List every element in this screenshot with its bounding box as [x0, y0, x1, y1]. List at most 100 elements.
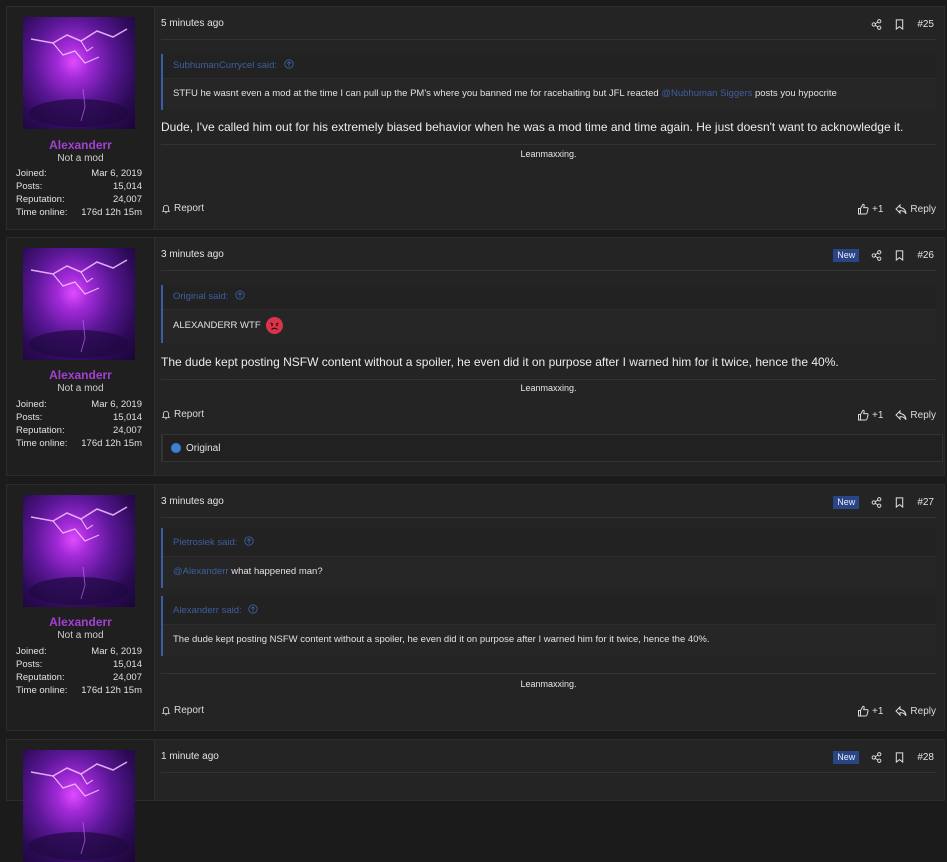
stat-posts: Posts: 15,014 [16, 412, 142, 423]
user-mention-link[interactable]: @Alexanderr [173, 566, 229, 577]
post-number-link[interactable]: #26 [917, 250, 934, 261]
stat-reputation: Reputation: 24,007 [16, 425, 142, 436]
stat-time-online: Time online: 176d 12h 15m [16, 438, 142, 449]
user-title: Not a mod [57, 630, 104, 641]
signature-divider [161, 144, 936, 145]
user-title: Not a mod [57, 383, 104, 394]
share-icon[interactable] [871, 497, 882, 508]
reaction-users[interactable]: Original [186, 443, 220, 454]
stat-joined: Joined: Mar 6, 2019 [16, 168, 142, 179]
like-reaction-icon [171, 443, 181, 453]
new-badge: New [833, 750, 860, 764]
quote-text: @Alexanderr what happened man? [173, 566, 323, 577]
user-stats: Joined: Mar 6, 2019 Posts: 15,014 Reputati… [16, 398, 142, 450]
username-link[interactable]: Alexanderr [7, 368, 154, 382]
reply-button[interactable]: Reply [895, 203, 936, 215]
quote-attribution[interactable]: Alexanderr said: [163, 596, 936, 625]
angry-face-icon [266, 316, 284, 334]
post-27: Alexanderr Not a mod Joined: Mar 6, 2019 … [6, 484, 945, 731]
bell-icon [161, 410, 171, 420]
avatar[interactable] [23, 495, 135, 607]
new-badge: New [833, 248, 860, 262]
share-icon[interactable] [871, 19, 882, 30]
reactions-bar[interactable]: Original [161, 434, 943, 462]
like-count: +1 [872, 203, 884, 215]
stat-joined: Joined: Mar 6, 2019 [16, 399, 142, 410]
like-button[interactable]: +1 [857, 203, 883, 215]
report-button[interactable]: Report [161, 705, 204, 716]
avatar[interactable] [23, 17, 135, 129]
post-28: 1 minute ago New #28 [6, 739, 945, 862]
signature: Leanmaxxing. [520, 149, 577, 159]
signature-divider [161, 673, 936, 674]
user-pane: Alexanderr Not a mod Joined: Mar 6, 2019 … [7, 238, 155, 475]
reply-button[interactable]: Reply [895, 705, 936, 717]
quote-block: Original said: ALEXANDERR WTF [161, 285, 936, 343]
post-25: Alexanderr Not a mod Joined: Mar 6, 2019 … [6, 6, 945, 230]
reply-icon [895, 705, 907, 717]
user-stats: Joined: Mar 6, 2019 Posts: 15,014 Reputati… [16, 167, 142, 219]
user-pane: Alexanderr Not a mod Joined: Mar 6, 2019 … [7, 7, 155, 229]
user-stats: Joined: Mar 6, 2019 Posts: 15,014 Reputati… [16, 645, 142, 697]
post-timestamp[interactable]: 3 minutes ago [161, 496, 224, 507]
stat-time-online: Time online: 176d 12h 15m [16, 207, 142, 218]
post-number-link[interactable]: #27 [917, 497, 934, 508]
signature: Leanmaxxing. [520, 383, 577, 393]
share-icon[interactable] [871, 752, 882, 763]
header-divider [161, 39, 936, 40]
thumbs-up-icon [857, 409, 869, 421]
like-button[interactable]: +1 [857, 705, 883, 717]
like-button[interactable]: +1 [857, 409, 883, 421]
bookmark-icon[interactable] [894, 19, 905, 30]
go-to-quote-icon[interactable] [235, 290, 245, 300]
bell-icon [161, 706, 171, 716]
quote-block: Pietrosiek said: @Alexanderr what happen… [161, 528, 936, 588]
stat-reputation: Reputation: 24,007 [16, 672, 142, 683]
new-badge: New [833, 495, 860, 509]
post-content: Dude, I've called him out for his extrem… [161, 120, 904, 134]
user-mention-link[interactable]: @Nubhuman Siggers [661, 88, 752, 99]
nested-quote-block: Alexanderr said: The dude kept posting N… [161, 596, 936, 656]
stat-reputation: Reputation: 24,007 [16, 194, 142, 205]
stat-joined: Joined: Mar 6, 2019 [16, 646, 142, 657]
bookmark-icon[interactable] [894, 752, 905, 763]
bookmark-icon[interactable] [894, 497, 905, 508]
bookmark-icon[interactable] [894, 250, 905, 261]
header-divider [161, 270, 936, 271]
reply-icon [895, 203, 907, 215]
quote-text: The dude kept posting NSFW content witho… [173, 634, 710, 645]
avatar[interactable] [23, 750, 135, 862]
stat-time-online: Time online: 176d 12h 15m [16, 685, 142, 696]
quote-attribution[interactable]: Pietrosiek said: [163, 528, 936, 557]
quote-attribution[interactable]: Original said: [163, 285, 936, 310]
go-to-quote-icon[interactable] [248, 604, 258, 614]
quote-attribution[interactable]: SubhumanCurrycel said: [163, 54, 936, 79]
username-link[interactable]: Alexanderr [7, 615, 154, 629]
post-timestamp[interactable]: 5 minutes ago [161, 18, 224, 29]
post-timestamp[interactable]: 1 minute ago [161, 751, 219, 762]
post-number-link[interactable]: #28 [917, 752, 934, 763]
report-button[interactable]: Report [161, 409, 204, 420]
username-link[interactable]: Alexanderr [7, 138, 154, 152]
reply-icon [895, 409, 907, 421]
reply-button[interactable]: Reply [895, 409, 936, 421]
header-divider [161, 772, 936, 773]
go-to-quote-icon[interactable] [284, 59, 294, 69]
bell-icon [161, 204, 171, 214]
report-button[interactable]: Report [161, 203, 204, 214]
post-content: The dude kept posting NSFW content witho… [161, 355, 839, 369]
header-divider [161, 517, 936, 518]
post-number-link[interactable]: #25 [917, 19, 934, 30]
avatar[interactable] [23, 248, 135, 360]
quote-text: STFU he wasnt even a mod at the time I c… [173, 88, 837, 99]
user-pane [7, 740, 155, 862]
stat-posts: Posts: 15,014 [16, 659, 142, 670]
user-title: Not a mod [57, 153, 104, 164]
thumbs-up-icon [857, 203, 869, 215]
thumbs-up-icon [857, 705, 869, 717]
go-to-quote-icon[interactable] [244, 536, 254, 546]
post-timestamp[interactable]: 3 minutes ago [161, 249, 224, 260]
like-count: +1 [872, 705, 884, 717]
share-icon[interactable] [871, 250, 882, 261]
signature-divider [161, 379, 936, 380]
